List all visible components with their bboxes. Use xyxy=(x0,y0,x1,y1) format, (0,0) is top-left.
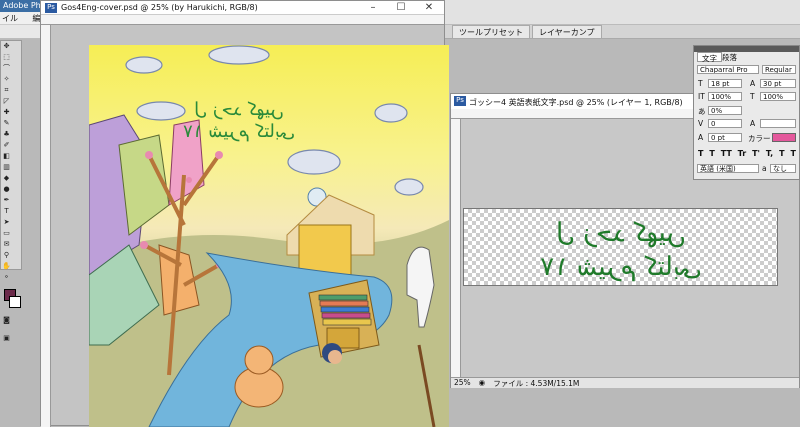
crop-tool-icon[interactable]: ⌗ xyxy=(2,86,11,95)
menu-file[interactable]: イル(F) xyxy=(2,13,28,33)
brush-tool-icon[interactable]: ✎ xyxy=(2,119,11,128)
gradient-tool-icon[interactable]: ▥ xyxy=(2,163,11,172)
screen-mode-icon[interactable]: ▣ xyxy=(2,334,11,343)
zoom-tool-icon[interactable]: ⚬ xyxy=(2,273,11,282)
minimize-button[interactable]: – xyxy=(359,1,387,15)
photoshop-doc-icon: Ps xyxy=(45,3,57,13)
tools-panel: ✥ ⬚ ⌒ ✧ ⌗ ◸ ✚ ✎ ♣ ✐ ◧ ▥ ◆ ● ✒ T ➤ ▭ ✉ ⚲ ✋ ⚬ ◙ ▣ xyxy=(0,40,22,342)
hand-tool-icon[interactable]: ✋ xyxy=(2,262,11,271)
heal-tool-icon[interactable]: ✚ xyxy=(2,108,11,117)
font-style-select[interactable]: Regular xyxy=(762,65,796,74)
antialias-select[interactable]: なし xyxy=(770,164,796,173)
artwork-calligraphy-line1: ل زحد کھیں xyxy=(194,99,284,120)
tracking-field[interactable]: 0% xyxy=(708,106,742,115)
all-caps-button[interactable]: TT xyxy=(721,149,732,158)
kerning-field[interactable]: 0 xyxy=(708,119,742,128)
vertical-scale-field[interactable]: 100% xyxy=(708,92,742,101)
calligraphy-line1: ل زحد کھیں xyxy=(556,218,686,248)
tab-paragraph[interactable]: 段落 xyxy=(718,52,741,62)
zoom-level[interactable]: 25% xyxy=(454,378,471,388)
status-menu-icon[interactable]: ◉ xyxy=(479,378,486,388)
cover-artwork: ل زحد کھیں ١٧ شیرم کتابی xyxy=(89,45,449,427)
tsume-field[interactable] xyxy=(760,119,796,128)
vertical-ruler xyxy=(451,119,461,377)
font-family-select[interactable]: Chaparral Pro xyxy=(697,65,759,74)
small-caps-button[interactable]: Tr xyxy=(738,149,747,158)
tab-layer-comps[interactable]: レイヤーカンプ xyxy=(532,25,602,38)
horizontal-scale-field[interactable]: 100% xyxy=(760,92,796,101)
vertical-scale-icon: IT xyxy=(698,92,705,101)
file-size: ファイル : 4.53M/15.1M xyxy=(493,379,580,388)
tab-tool-presets[interactable]: ツールプリセット xyxy=(452,25,530,38)
kerning-icon: V xyxy=(698,119,704,128)
pen-tool-icon[interactable]: ✒ xyxy=(2,196,11,205)
text-color-swatch[interactable] xyxy=(772,133,796,142)
path-select-icon[interactable]: ➤ xyxy=(2,218,11,227)
horizontal-ruler xyxy=(41,15,444,25)
eyedropper-tool-icon[interactable]: ⚲ xyxy=(2,251,11,260)
application-frame xyxy=(445,0,800,25)
strikethrough-button[interactable]: T xyxy=(790,149,795,158)
superscript-button[interactable]: T' xyxy=(752,149,760,158)
vertical-ruler xyxy=(41,25,51,427)
faux-bold-button[interactable]: T xyxy=(698,149,703,158)
document-window-cover: Gos4Eng-cover.psd @ 25% (by Harukichi, R… xyxy=(40,0,449,427)
baseline-shift-field[interactable]: 0 pt xyxy=(708,133,742,142)
font-size-icon: T xyxy=(698,79,703,88)
wand-tool-icon[interactable]: ✧ xyxy=(2,75,11,84)
history-brush-icon[interactable]: ✐ xyxy=(2,141,11,150)
font-size-field[interactable]: 18 pt xyxy=(708,79,742,88)
language-select[interactable]: 英語 (米国) xyxy=(697,164,759,173)
tsume-icon: A xyxy=(750,119,756,128)
lasso-tool-icon[interactable]: ⌒ xyxy=(2,64,11,73)
panel-dock-tabs: ツールプリセット レイヤーカンプ xyxy=(445,25,800,39)
notes-tool-icon[interactable]: ✉ xyxy=(2,240,11,249)
baseline-icon: A xyxy=(698,133,704,142)
blur-tool-icon[interactable]: ◆ xyxy=(2,174,11,183)
character-panel: 文字 段落 Chaparral Pro Regular T 18 pt A 30… xyxy=(693,45,800,180)
cover-artwork-canvas[interactable]: ل زحد کھیں ١٧ شیرم کتابی xyxy=(89,45,449,427)
calligraphy-line2: ١٧ شیرم کتابی xyxy=(540,252,702,282)
underline-button[interactable]: T xyxy=(779,149,784,158)
type-style-buttons: T T TT Tr T' T, T T xyxy=(698,149,796,158)
doc1-title: Gos4Eng-cover.psd @ 25% (by Harukichi, R… xyxy=(61,3,258,12)
shape-tool-icon[interactable]: ▭ xyxy=(2,229,11,238)
status-bar: 25% ◉ ファイル : 4.53M/15.1M xyxy=(451,377,799,388)
type-tool-icon[interactable]: T xyxy=(2,207,11,216)
horizontal-scale-icon: T xyxy=(750,92,755,101)
faux-italic-button[interactable]: T xyxy=(709,149,714,158)
maximize-button[interactable]: ☐ xyxy=(387,1,415,15)
marquee-tool-icon[interactable]: ⬚ xyxy=(2,53,11,62)
close-button[interactable]: ✕ xyxy=(415,1,443,15)
antialias-icon: a xyxy=(762,164,767,173)
eraser-tool-icon[interactable]: ◧ xyxy=(2,152,11,161)
leading-field[interactable]: 30 pt xyxy=(760,79,796,88)
stamp-tool-icon[interactable]: ♣ xyxy=(2,130,11,139)
artwork-calligraphy-line2: ١٧ شیرم کتابی xyxy=(183,121,295,142)
leading-icon: A xyxy=(750,79,756,88)
text-layer-canvas[interactable]: ل زحد کھیں ١٧ شیرم کتابی xyxy=(463,208,778,286)
doc2-title: ゴッシー4 英語表紙文字.psd @ 25% (レイヤー 1, RGB/8) xyxy=(469,98,683,107)
subscript-button[interactable]: T, xyxy=(766,149,773,158)
dodge-tool-icon[interactable]: ● xyxy=(2,185,11,194)
slice-tool-icon[interactable]: ◸ xyxy=(2,97,11,106)
tracking-icon: あ xyxy=(698,107,706,116)
photoshop-doc-icon: Ps xyxy=(454,96,466,106)
move-tool-icon[interactable]: ✥ xyxy=(2,42,11,51)
quick-mask-icon[interactable]: ◙ xyxy=(2,316,11,325)
calligraphy-text: ل زحد کھیں ١٧ شیرم کتابی xyxy=(540,218,702,282)
background-color-swatch[interactable] xyxy=(9,296,21,308)
